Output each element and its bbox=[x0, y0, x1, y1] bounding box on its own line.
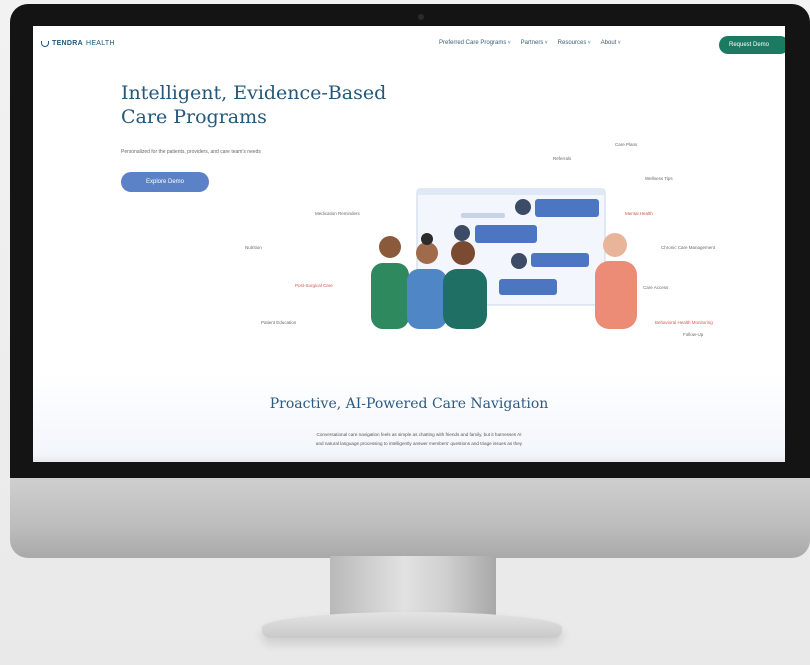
screen: TENDRA HEALTH Preferred Care Programs Pa… bbox=[33, 26, 785, 462]
menu-item-care-programs[interactable]: Preferred Care Programs bbox=[439, 40, 511, 46]
menu-item-partners[interactable]: Partners bbox=[521, 40, 548, 46]
section-body-line2: and natural language processing to intel… bbox=[315, 441, 523, 446]
menu-item-about[interactable]: About bbox=[601, 40, 621, 46]
camera-icon bbox=[418, 14, 424, 20]
logo-icon bbox=[41, 40, 49, 47]
section-body-line1: Conversational care navigation feels as … bbox=[316, 432, 522, 437]
tag: Patient Education bbox=[261, 320, 297, 325]
tag: Care Plans bbox=[615, 142, 638, 147]
menu-item-resources[interactable]: Resources bbox=[558, 40, 591, 46]
tag: Post-Surgical Care bbox=[295, 283, 333, 288]
care-team-illustration bbox=[371, 188, 637, 329]
hero-title: Intelligent, Evidence-Based Care Program… bbox=[121, 81, 451, 129]
logo-text-light: HEALTH bbox=[85, 40, 115, 47]
screen-fade bbox=[33, 454, 785, 462]
top-nav: TENDRA HEALTH Preferred Care Programs Pa… bbox=[33, 26, 785, 66]
logo-text-strong: TENDRA bbox=[52, 40, 83, 47]
monitor-stand bbox=[330, 556, 496, 618]
tag: Medication Reminders bbox=[315, 211, 360, 216]
site-logo[interactable]: TENDRA HEALTH bbox=[41, 40, 115, 47]
request-demo-button[interactable]: Request Demo bbox=[719, 36, 785, 54]
tag: Chronic Care Management bbox=[661, 245, 716, 250]
section-title: Proactive, AI-Powered Care Navigation bbox=[269, 396, 549, 412]
hero-title-line2: Care Programs bbox=[121, 106, 267, 128]
monitor-chin bbox=[10, 478, 810, 558]
tag: Care Access bbox=[643, 285, 669, 290]
hero-title-line1: Intelligent, Evidence-Based bbox=[121, 82, 387, 104]
main-menu: Preferred Care Programs Partners Resourc… bbox=[439, 40, 621, 46]
tag: Nutrition bbox=[245, 245, 262, 250]
hero-subtitle: Personalized for the patients, providers… bbox=[121, 149, 261, 155]
tag: Behavioral Health Monitoring bbox=[655, 320, 713, 325]
monitor-foot bbox=[262, 612, 562, 638]
section-body: Conversational care navigation feels as … bbox=[229, 430, 609, 448]
stage: TENDRA HEALTH Preferred Care Programs Pa… bbox=[0, 0, 810, 665]
tag: Wellness Tips bbox=[645, 176, 673, 181]
navigation-section bbox=[33, 374, 785, 462]
explore-demo-button[interactable]: Explore Demo bbox=[121, 172, 209, 192]
tag: Referrals bbox=[553, 156, 572, 161]
tag: Follow-Up bbox=[683, 332, 704, 337]
